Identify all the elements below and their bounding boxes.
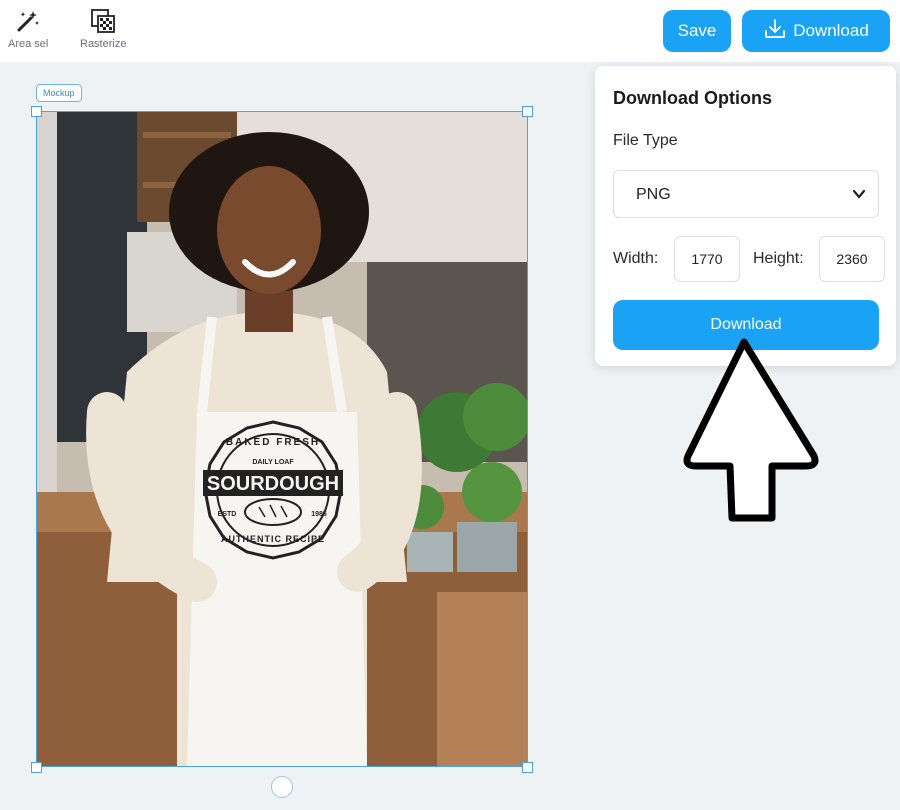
download-options-panel: Download Options File Type PNG Width: 17… [595,66,896,366]
logo-year: 1985 [311,511,327,518]
rasterize-grid-icon [89,8,117,34]
resize-handle-top-left[interactable] [31,106,42,117]
file-type-select[interactable]: PNG [613,170,879,218]
rasterize-tool[interactable]: Rasterize [80,8,126,50]
resize-handle-bottom-right[interactable] [522,762,533,773]
top-toolbar: Area sel Rasterize Save Download [0,0,900,62]
chevron-down-icon [852,187,866,206]
mockup-image[interactable]: BAKED FRESH DAILY LOAF SOURDOUGH ESTD 19… [36,111,528,767]
magic-wand-icon [14,8,42,34]
area-select-tool[interactable]: Area sel [8,8,48,50]
file-type-label: File Type [613,132,678,149]
mockup-tag: Mockup [36,84,82,102]
logo-bottom-text: AUTHENTIC RECIPE [221,534,325,544]
resize-handle-top-right[interactable] [522,106,533,117]
file-type-value: PNG [636,186,671,203]
pointer-arrow-icon [676,332,826,533]
area-select-label: Area sel [8,38,49,50]
save-button-label: Save [677,21,717,40]
mockup-photo: BAKED FRESH DAILY LOAF SOURDOUGH ESTD 19… [37,112,527,766]
save-button[interactable]: Save [663,10,731,52]
height-label: Height: [753,250,804,267]
resize-handle-bottom-left[interactable] [31,762,42,773]
panel-title: Download Options [613,88,772,108]
logo-sub-text: DAILY LOAF [252,459,294,466]
download-button-label: Download [793,21,869,40]
width-input[interactable]: 1770 [674,236,740,282]
rasterize-label: Rasterize [80,38,127,50]
logo-estd: ESTD [218,511,237,518]
logo-main-text: SOURDOUGH [207,473,339,495]
width-label: Width: [613,250,659,267]
rotate-handle[interactable] [271,776,293,798]
logo-top-text: BAKED FRESH [226,437,320,448]
height-input[interactable]: 2360 [819,236,885,282]
download-button[interactable]: Download [742,10,890,52]
download-tray-icon [763,17,787,46]
